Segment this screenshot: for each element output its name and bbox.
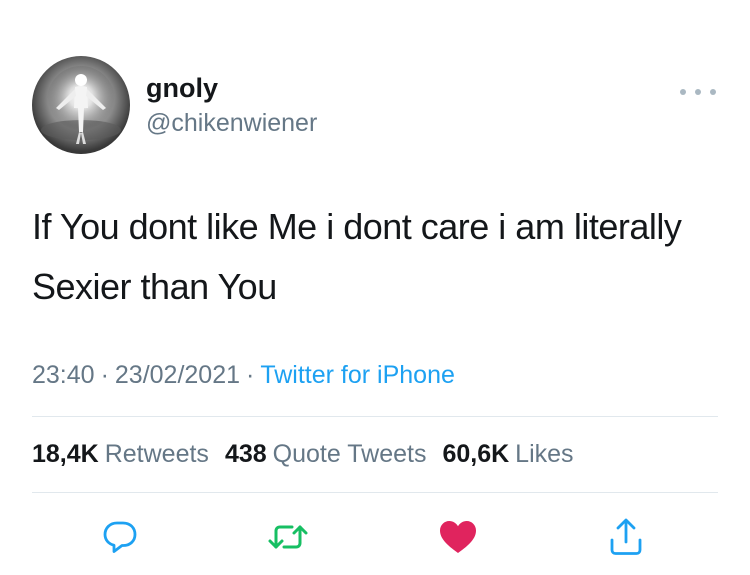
more-dot bbox=[710, 89, 716, 95]
tweet-date[interactable]: 23/02/2021 bbox=[115, 361, 240, 389]
share-button[interactable] bbox=[604, 515, 648, 559]
reply-icon bbox=[103, 521, 137, 553]
reply-button[interactable] bbox=[98, 515, 142, 559]
share-icon bbox=[610, 518, 642, 555]
quote-tweets-stat[interactable]: 438 Quote Tweets bbox=[225, 437, 427, 471]
like-button[interactable] bbox=[436, 515, 480, 559]
retweets-count: 18,4K bbox=[32, 440, 99, 468]
heart-icon bbox=[440, 521, 476, 553]
likes-count: 60,6K bbox=[442, 440, 510, 468]
tweet-detail: gnoly @chikenwiener If You dont like Me … bbox=[0, 0, 750, 575]
more-options-icon[interactable] bbox=[680, 86, 716, 98]
user-handle[interactable]: @chikenwiener bbox=[146, 107, 317, 139]
retweets-stat[interactable]: 18,4K Retweets bbox=[32, 437, 209, 471]
likes-label: Likes bbox=[515, 440, 574, 468]
avatar-figure-image bbox=[41, 66, 121, 144]
meta-separator: · bbox=[100, 361, 109, 389]
likes-stat[interactable]: 60,6K Likes bbox=[442, 437, 573, 471]
tweet-source-link[interactable]: Twitter for iPhone bbox=[260, 361, 455, 389]
retweets-label: Retweets bbox=[104, 440, 209, 468]
tweet-meta: 23:40 · 23/02/2021 · Twitter for iPhone bbox=[32, 358, 455, 392]
tweet-text: If You dont like Me i dont care i am lit… bbox=[32, 206, 682, 307]
tweet-time[interactable]: 23:40 bbox=[32, 361, 95, 389]
retweet-button[interactable] bbox=[266, 515, 310, 559]
divider bbox=[32, 492, 718, 493]
retweet-icon bbox=[268, 525, 308, 549]
more-dot bbox=[680, 89, 686, 95]
quote-tweets-count: 438 bbox=[224, 440, 267, 468]
engagement-stats: 18,4K Retweets 438 Quote Tweets 60,6K Likes bbox=[32, 437, 574, 471]
avatar[interactable] bbox=[32, 56, 130, 154]
display-name[interactable]: gnoly bbox=[146, 72, 218, 104]
quote-tweets-label: Quote Tweets bbox=[272, 440, 427, 468]
more-dot bbox=[695, 89, 701, 95]
divider bbox=[32, 416, 718, 417]
meta-separator: · bbox=[246, 361, 255, 389]
